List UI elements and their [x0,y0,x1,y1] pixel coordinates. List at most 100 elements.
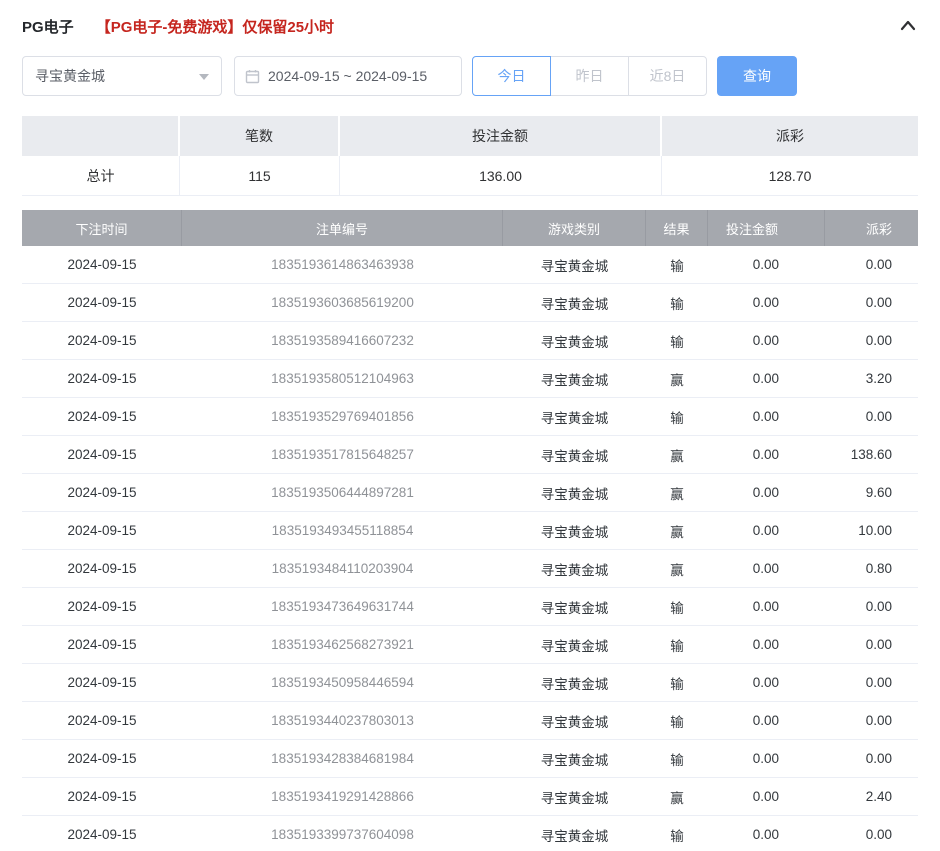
summary-total-row: 总计 115 136.00 128.70 [22,156,918,196]
cell-bet-amount: 0.00 [708,322,825,359]
cell-payout: 0.00 [825,626,918,663]
cell-payout: 9.60 [825,474,918,511]
cell-payout: 0.00 [825,664,918,701]
panel-header: PG电子 【PG电子-免费游戏】仅保留25小时 [22,12,918,40]
cell-order-id: 1835193580512104963 [182,360,503,397]
table-row: 2024-09-151835193529769401856寻宝黄金城输0.000… [22,398,918,436]
cell-game-type: 寻宝黄金城 [503,284,646,321]
cell-order-id: 1835193428384681984 [182,740,503,777]
cell-result: 输 [646,816,708,851]
cell-payout: 0.00 [825,702,918,739]
cell-bet-amount: 0.00 [708,626,825,663]
cell-payout: 0.00 [825,284,918,321]
cell-bet-amount: 0.00 [708,588,825,625]
cell-game-type: 寻宝黄金城 [503,550,646,587]
summary-header-empty [22,116,180,156]
table-row: 2024-09-151835193462568273921寻宝黄金城输0.000… [22,626,918,664]
table-row: 2024-09-151835193473649631744寻宝黄金城输0.000… [22,588,918,626]
cell-payout: 0.00 [825,816,918,851]
cell-result: 输 [646,626,708,663]
search-button[interactable]: 查询 [717,56,797,96]
last8days-button[interactable]: 近8日 [628,56,707,96]
summary-total-bet-amount: 136.00 [340,156,662,196]
cell-payout: 0.00 [825,740,918,777]
cell-game-type: 寻宝黄金城 [503,740,646,777]
yesterday-button[interactable]: 昨日 [550,56,629,96]
bets-table-body: 2024-09-151835193614863463938寻宝黄金城输0.000… [22,246,918,851]
table-row: 2024-09-151835193419291428866寻宝黄金城赢0.002… [22,778,918,816]
table-row: 2024-09-151835193450958446594寻宝黄金城输0.000… [22,664,918,702]
cell-game-type: 寻宝黄金城 [503,512,646,549]
cell-payout: 0.00 [825,398,918,435]
cell-bet-amount: 0.00 [708,664,825,701]
cell-bet-time: 2024-09-15 [22,778,182,815]
cell-payout: 0.00 [825,322,918,359]
summary-header-bet-amount: 投注金额 [340,116,662,156]
calendar-icon [245,69,260,84]
cell-game-type: 寻宝黄金城 [503,360,646,397]
today-button[interactable]: 今日 [472,56,551,96]
date-range-input[interactable]: 2024-09-15 ~ 2024-09-15 [234,56,462,96]
cell-result: 赢 [646,360,708,397]
filter-bar: 寻宝黄金城 2024-09-15 ~ 2024-09-15 今日 昨日 近8日 … [22,56,918,96]
cell-result: 输 [646,398,708,435]
game-select[interactable]: 寻宝黄金城 [22,56,222,96]
cell-game-type: 寻宝黄金城 [503,626,646,663]
cell-bet-amount: 0.00 [708,512,825,549]
cell-game-type: 寻宝黄金城 [503,246,646,283]
col-bet-time: 下注时间 [22,210,182,246]
col-order-id: 注单编号 [182,210,503,246]
table-row: 2024-09-151835193603685619200寻宝黄金城输0.000… [22,284,918,322]
summary-header-count: 笔数 [180,116,340,156]
table-row: 2024-09-151835193493455118854寻宝黄金城赢0.001… [22,512,918,550]
cell-result: 赢 [646,474,708,511]
cell-bet-time: 2024-09-15 [22,398,182,435]
cell-game-type: 寻宝黄金城 [503,588,646,625]
bets-table: 下注时间 注单编号 游戏类别 结果 投注金额 派彩 2024-09-151835… [22,210,918,851]
cell-order-id: 1835193506444897281 [182,474,503,511]
quick-date-group: 今日 昨日 近8日 [472,56,707,96]
cell-result: 输 [646,322,708,359]
cell-order-id: 1835193473649631744 [182,588,503,625]
col-game-type: 游戏类别 [503,210,646,246]
cell-result: 输 [646,740,708,777]
chevron-up-icon[interactable] [898,16,918,36]
cell-bet-time: 2024-09-15 [22,284,182,321]
cell-bet-amount: 0.00 [708,246,825,283]
table-row: 2024-09-151835193517815648257寻宝黄金城赢0.001… [22,436,918,474]
cell-game-type: 寻宝黄金城 [503,436,646,473]
summary-table: 笔数 投注金额 派彩 总计 115 136.00 128.70 [22,116,918,196]
cell-result: 输 [646,246,708,283]
panel-notice: 【PG电子-免费游戏】仅保留25小时 [96,16,334,37]
cell-bet-amount: 0.00 [708,740,825,777]
records-panel: PG电子 【PG电子-免费游戏】仅保留25小时 寻宝黄金城 2024-09-15… [0,0,940,851]
cell-order-id: 1835193440237803013 [182,702,503,739]
cell-order-id: 1835193529769401856 [182,398,503,435]
cell-result: 输 [646,702,708,739]
col-payout: 派彩 [825,210,918,246]
cell-bet-time: 2024-09-15 [22,550,182,587]
cell-order-id: 1835193614863463938 [182,246,503,283]
cell-payout: 10.00 [825,512,918,549]
cell-order-id: 1835193462568273921 [182,626,503,663]
summary-total-label: 总计 [22,156,180,196]
cell-payout: 138.60 [825,436,918,473]
cell-payout: 0.00 [825,246,918,283]
cell-result: 输 [646,284,708,321]
cell-result: 输 [646,588,708,625]
cell-bet-time: 2024-09-15 [22,816,182,851]
cell-bet-amount: 0.00 [708,816,825,851]
summary-header-row: 笔数 投注金额 派彩 [22,116,918,156]
table-row: 2024-09-151835193614863463938寻宝黄金城输0.000… [22,246,918,284]
cell-bet-time: 2024-09-15 [22,322,182,359]
table-row: 2024-09-151835193440237803013寻宝黄金城输0.000… [22,702,918,740]
cell-order-id: 1835193493455118854 [182,512,503,549]
cell-bet-amount: 0.00 [708,284,825,321]
cell-game-type: 寻宝黄金城 [503,664,646,701]
cell-bet-time: 2024-09-15 [22,512,182,549]
game-select-value: 寻宝黄金城 [35,66,105,86]
date-range-value: 2024-09-15 ~ 2024-09-15 [268,68,427,84]
chevron-down-icon [199,74,209,80]
cell-payout: 0.00 [825,588,918,625]
bets-table-header: 下注时间 注单编号 游戏类别 结果 投注金额 派彩 [22,210,918,246]
